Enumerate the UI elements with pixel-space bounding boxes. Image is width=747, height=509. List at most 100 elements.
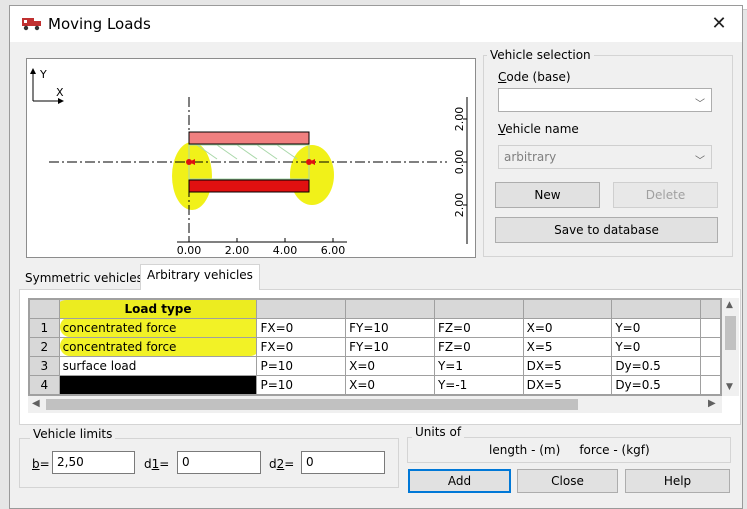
load-type-header-label: Load type	[124, 302, 192, 316]
highlight-right	[290, 145, 334, 205]
hatch-line	[216, 144, 238, 160]
column-header[interactable]	[522, 299, 613, 319]
table-cell[interactable]: FZ=0	[433, 318, 524, 338]
y-axis-label: Y	[39, 68, 47, 81]
chevron-down-icon: ﹀	[695, 156, 705, 167]
x-tick-label: 0.00	[177, 244, 202, 257]
table-cell[interactable]	[700, 375, 721, 395]
column-header[interactable]	[433, 299, 524, 319]
add-button[interactable]: Add	[408, 469, 511, 493]
row-number-header	[29, 299, 60, 319]
surface-load-upper	[188, 131, 310, 145]
load-type-cell[interactable]: surface load	[58, 356, 258, 376]
close-button[interactable]: Close	[517, 469, 618, 493]
column-header[interactable]	[700, 299, 721, 319]
table-cell[interactable]: Y=0	[611, 337, 702, 357]
y-tick-label: 2.00	[453, 193, 466, 218]
load-type-value: concentrated force	[62, 321, 177, 335]
vehicle-name-combobox[interactable]: arbitrary ﹀	[498, 145, 712, 169]
column-header[interactable]	[345, 299, 435, 319]
table-cell[interactable]: Dy=0.5	[611, 375, 702, 395]
code-combobox[interactable]: ﹀	[498, 88, 712, 112]
window-title: Moving Loads	[48, 15, 151, 33]
moving-loads-dialog: Moving Loads ✕ Y X 2.00 0.00 2.00 0.00 2…	[9, 5, 743, 509]
load-type-cell[interactable]: concentrated force	[58, 337, 258, 357]
d2-input[interactable]: 0	[301, 451, 385, 474]
horizontal-scroll-thumb[interactable]	[46, 399, 578, 410]
x-tick-label: 4.00	[273, 244, 298, 257]
table-cell[interactable]: DX=5	[522, 356, 613, 376]
units-text: length - (m) force - (kgf)	[489, 443, 650, 457]
table-cell[interactable]	[700, 318, 721, 338]
load-type-cell-selected[interactable]	[58, 375, 258, 395]
load-type-header[interactable]: Load type	[58, 299, 258, 319]
column-header[interactable]	[256, 299, 347, 319]
table-cell[interactable]: X=0	[522, 318, 613, 338]
help-button[interactable]: Help	[625, 469, 730, 493]
vertical-scroll-thumb[interactable]	[725, 316, 736, 350]
table-row[interactable]: 3 surface load P=10 X=0 Y=1 DX=5 Dy=0.5	[29, 356, 721, 376]
row-number: 2	[29, 337, 60, 357]
chevron-down-icon: ﹀	[695, 99, 705, 110]
table-cell[interactable]: FX=0	[256, 318, 347, 338]
b-input[interactable]: 2,50	[52, 451, 135, 474]
table-cell[interactable]: DX=5	[522, 375, 613, 395]
tab-arbitrary-vehicles[interactable]: Arbitrary vehicles	[140, 264, 260, 290]
y-tick-label: 0.00	[453, 150, 466, 175]
load-type-value: concentrated force	[62, 340, 177, 354]
table-row[interactable]: 4 P=10 X=0 Y=-1 DX=5 Dy=0.5	[29, 375, 721, 395]
table-cell[interactable]: X=5	[522, 337, 613, 357]
close-window-button[interactable]: ✕	[708, 13, 730, 35]
d1-input[interactable]: 0	[177, 451, 261, 474]
grid-vertical-scrollbar[interactable]: ▲ ▼	[722, 298, 739, 396]
load-grid[interactable]: Load type 1 concentrated force FX=0 FY=1…	[28, 298, 722, 396]
highlight-left	[172, 142, 212, 210]
table-cell[interactable]: Y=-1	[433, 375, 524, 395]
row-number: 4	[29, 375, 60, 395]
delete-vehicle-button[interactable]: Delete	[613, 182, 718, 208]
new-vehicle-button[interactable]: New	[495, 182, 600, 208]
table-cell[interactable]: FX=0	[256, 337, 347, 357]
table-cell[interactable]	[700, 337, 721, 357]
hatch-line	[236, 144, 258, 160]
d1-label: d1=	[144, 457, 170, 471]
grid-horizontal-scrollbar[interactable]: ◀ ▶	[28, 396, 722, 413]
scroll-right-icon[interactable]: ▶	[708, 398, 716, 409]
row-number: 1	[29, 318, 60, 338]
table-cell[interactable]: Dy=0.5	[611, 356, 702, 376]
row-number: 3	[29, 356, 60, 376]
scroll-down-icon[interactable]: ▼	[726, 382, 733, 392]
b-label: b=	[32, 457, 50, 471]
scroll-left-icon[interactable]: ◀	[32, 398, 40, 409]
table-cell[interactable]: P=10	[256, 356, 347, 376]
table-cell[interactable]: X=0	[345, 375, 435, 395]
vehicle-name-value: arbitrary	[504, 150, 557, 164]
table-row[interactable]: 1 concentrated force FX=0 FY=10 FZ=0 X=0…	[29, 318, 721, 338]
table-cell[interactable]: FY=10	[345, 337, 435, 357]
table-row[interactable]: 2 concentrated force FX=0 FY=10 FZ=0 X=5…	[29, 337, 721, 357]
hatch-line	[276, 144, 298, 160]
tab-symmetric-vehicles[interactable]: Symmetric vehicles	[19, 268, 149, 290]
truck-icon	[22, 18, 41, 31]
table-header-row: Load type	[29, 299, 721, 319]
hatch-line	[256, 144, 278, 160]
arbitrary-vehicles-panel: Load type 1 concentrated force FX=0 FY=1…	[19, 289, 741, 425]
vehicle-drawing: Y X 2.00 0.00 2.00 0.00 2.00 4.00 6.00	[30, 68, 468, 257]
table-cell[interactable]: X=0	[345, 356, 435, 376]
load-table: Load type 1 concentrated force FX=0 FY=1…	[29, 299, 721, 395]
table-cell[interactable]: P=10	[256, 375, 347, 395]
save-to-database-button[interactable]: Save to database	[495, 217, 718, 243]
scroll-up-icon[interactable]: ▲	[726, 300, 733, 310]
vehicle-preview: Y X 2.00 0.00 2.00 0.00 2.00 4.00 6.00	[26, 58, 476, 258]
vehicle-selection-legend: Vehicle selection	[487, 48, 594, 62]
column-header[interactable]	[611, 299, 702, 319]
surface-load-lower	[188, 179, 310, 193]
table-cell[interactable]	[700, 356, 721, 376]
table-cell[interactable]: Y=1	[433, 356, 524, 376]
table-cell[interactable]: FZ=0	[433, 337, 524, 357]
table-cell[interactable]: Y=0	[611, 318, 702, 338]
load-type-cell[interactable]: concentrated force	[58, 318, 258, 338]
vehicle-name-label: Vehicle name	[498, 122, 579, 136]
title-bar[interactable]: Moving Loads ✕	[10, 6, 742, 42]
table-cell[interactable]: FY=10	[345, 318, 435, 338]
